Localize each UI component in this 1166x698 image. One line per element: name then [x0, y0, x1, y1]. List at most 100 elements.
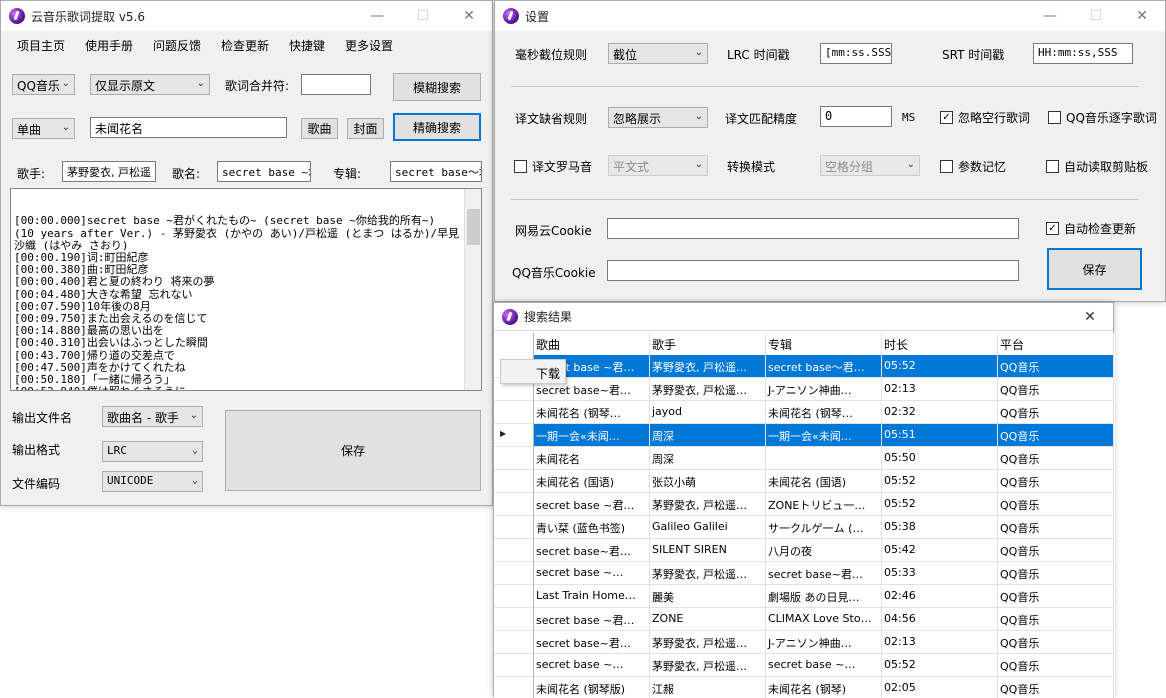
table-row[interactable]: secret base ~君… 茅野愛衣, 戸松遥… ZONEトリビュ一… 05:52…: [494, 493, 1114, 516]
column-header-album[interactable]: 专辑: [766, 333, 882, 356]
table-row[interactable]: secret base~君… 茅野愛衣, 戸松遥… J-アニソン神曲… 02:13 QQ…: [494, 378, 1114, 401]
minimize-icon[interactable]: —: [1027, 1, 1073, 31]
song-button[interactable]: 歌曲: [301, 118, 338, 139]
chevron-down-icon: ⌄: [694, 47, 703, 58]
row-header[interactable]: [494, 608, 534, 631]
output-format-select[interactable]: LRC ⌄: [102, 441, 203, 462]
cell-song: 一期一会«未闻…: [534, 424, 650, 447]
param-memory-checkbox[interactable]: 参数记忆: [940, 158, 1006, 175]
encoding-select[interactable]: UNICODE ⌄: [102, 471, 203, 492]
table-row[interactable]: 未闻花名 (钢琴版) 江赧 未闻花名 (钢琴) 02:05 QQ音乐: [494, 677, 1114, 698]
source-select[interactable]: QQ音乐 ⌄: [12, 74, 75, 95]
header-corner: [494, 333, 534, 356]
output-name-select[interactable]: 歌曲名 - 歌手 ⌄: [102, 406, 203, 427]
table-row[interactable]: ▶ 一期一会«未闻… 周深 一期一会«未闻… 05:51 QQ音乐: [494, 424, 1114, 447]
row-header[interactable]: [494, 562, 534, 585]
auto-clipboard-checkbox[interactable]: 自动读取剪贴板: [1046, 158, 1148, 175]
close-icon[interactable]: ✕: [446, 1, 492, 31]
settings-save-button[interactable]: 保存: [1047, 248, 1142, 290]
fuzzy-search-button[interactable]: 模糊搜索: [393, 73, 481, 101]
table-row[interactable]: secret base~君… SILENT SIREN 八月の夜 05:42 QQ音乐: [494, 539, 1114, 562]
row-header[interactable]: [494, 631, 534, 654]
row-header[interactable]: [494, 493, 534, 516]
maximize-icon[interactable]: ☐: [400, 1, 446, 31]
menu-feedback[interactable]: 问题反馈: [153, 37, 201, 54]
row-header[interactable]: [494, 539, 534, 562]
maximize-icon[interactable]: ☐: [1073, 1, 1119, 31]
menu-more-settings[interactable]: 更多设置: [345, 37, 393, 54]
lyrics-line: [00:40.310]出会いはふっとした瞬間: [14, 336, 208, 350]
cell-platform: QQ音乐: [998, 608, 1114, 631]
column-header-singer[interactable]: 歌手: [650, 333, 766, 356]
trans-match-input[interactable]: 0: [820, 106, 892, 127]
table-row[interactable]: secret base ~君… 茅野愛衣, 戸松遥… secret base～君… 0…: [494, 355, 1114, 378]
row-header[interactable]: [494, 585, 534, 608]
menu-shortcuts[interactable]: 快捷键: [289, 37, 325, 54]
lyrics-textarea[interactable]: [00:00.000]secret base ~君がくれたもの~ (secret…: [10, 188, 482, 391]
table-row[interactable]: secret base ~… 茅野愛衣, 戸松遥… secret base~君… 05…: [494, 562, 1114, 585]
menu-manual[interactable]: 使用手册: [85, 37, 133, 54]
qq-cookie-input[interactable]: [607, 260, 1019, 281]
ignore-empty-checkbox[interactable]: ✓ 忽略空行歌词: [940, 109, 1030, 126]
results-table[interactable]: 歌曲 歌手 专辑 时长 平台 secret base ~君… 茅野愛衣, 戸松遥……: [494, 333, 1115, 698]
table-row[interactable]: 未闻花名 (钢琴… jayod 未闻花名 (钢琴… 02:32 QQ音乐: [494, 401, 1114, 424]
cell-platform: QQ音乐: [998, 355, 1114, 378]
column-header-song[interactable]: 歌曲: [534, 333, 650, 356]
cell-album: ZONEトリビュ一…: [766, 493, 882, 516]
album-field[interactable]: secret base～君: [390, 161, 482, 182]
table-row[interactable]: 青い栞 (蓝色书签) Galileo Galilei サ一クルゲ一ム (… 05:38…: [494, 516, 1114, 539]
display-select[interactable]: 仅显示原文 ⌄: [90, 74, 210, 95]
srt-timestamp-input[interactable]: HH:mm:ss,SSS: [1033, 43, 1133, 64]
table-row[interactable]: secret base~君… 茅野愛衣, 戸松遥… J-アニソン神曲… 02:13 QQ…: [494, 631, 1114, 654]
netease-cookie-input[interactable]: [607, 218, 1019, 239]
auto-clipboard-label: 自动读取剪贴板: [1064, 160, 1149, 174]
cell-duration: 02:46: [882, 585, 998, 608]
mode-select[interactable]: 单曲 ⌄: [12, 118, 75, 139]
romaji-select[interactable]: 平文式 ⌄: [608, 155, 708, 176]
row-header[interactable]: [494, 401, 534, 424]
table-row[interactable]: 未闻花名 周深 05:50 QQ音乐: [494, 447, 1114, 470]
table-row[interactable]: Last Train Home… 麗美 劇場版 あの日見… 02:46 QQ音乐: [494, 585, 1114, 608]
merge-input[interactable]: [301, 74, 371, 95]
cell-platform: QQ音乐: [998, 562, 1114, 585]
minimize-icon[interactable]: —: [354, 1, 400, 31]
menu-check-update[interactable]: 检查更新: [221, 37, 269, 54]
qq-word-checkbox[interactable]: QQ音乐逐字歌词: [1048, 109, 1157, 126]
ms-rule-select[interactable]: 截位 ⌄: [608, 43, 708, 64]
lyrics-scrollbar[interactable]: [464, 189, 481, 390]
trans-missing-select[interactable]: 忽略展示 ⌄: [608, 107, 708, 128]
search-input[interactable]: 未闻花名: [90, 117, 287, 138]
precise-search-button[interactable]: 精确搜索: [393, 113, 481, 141]
auto-update-checkbox[interactable]: ✓ 自动检查更新: [1046, 220, 1136, 237]
cell-duration: 02:32: [882, 401, 998, 424]
close-icon[interactable]: ✕: [1119, 1, 1165, 31]
row-header[interactable]: [494, 677, 534, 698]
lrc-timestamp-label: LRC 时间戳: [727, 48, 790, 62]
column-header-platform[interactable]: 平台: [998, 333, 1114, 356]
lyrics-scroll-thumb[interactable]: [467, 209, 480, 245]
table-row[interactable]: secret base ~君… ZONE CLIMAX Love Sto… 04:56…: [494, 608, 1114, 631]
convert-mode-value: 空格分组: [825, 160, 874, 174]
cell-platform: QQ音乐: [998, 378, 1114, 401]
lrc-timestamp-input[interactable]: [mm:ss.SSS]: [820, 43, 892, 64]
table-row[interactable]: secret base ~… 茅野愛衣, 戸松遥… secret base ~… 05…: [494, 654, 1114, 677]
table-row[interactable]: 未闻花名 (国语) 张苡小萌 未闻花名 (国语) 05:52 QQ音乐: [494, 470, 1114, 493]
main-save-button[interactable]: 保存: [225, 410, 481, 491]
cover-button[interactable]: 封面: [347, 118, 384, 139]
singer-field[interactable]: 茅野愛衣, 戸松遥: [62, 161, 156, 182]
checkbox-box-icon: [940, 160, 953, 173]
row-header[interactable]: [494, 470, 534, 493]
column-header-duration[interactable]: 时长: [882, 333, 998, 356]
name-field[interactable]: secret base ~君: [217, 161, 311, 182]
convert-mode-select[interactable]: 空格分组 ⌄: [820, 155, 920, 176]
menu-project-home[interactable]: 项目主页: [17, 37, 65, 54]
row-header[interactable]: [494, 447, 534, 470]
context-menu-download[interactable]: 下载: [536, 365, 560, 382]
row-header[interactable]: [494, 654, 534, 677]
close-icon[interactable]: ✕: [1067, 303, 1113, 331]
ms-rule-value: 截位: [613, 48, 638, 62]
cell-singer: 麗美: [650, 585, 766, 608]
row-header[interactable]: [494, 516, 534, 539]
romaji-checkbox[interactable]: 译文罗马音: [514, 158, 592, 175]
row-header[interactable]: ▶: [494, 424, 534, 447]
